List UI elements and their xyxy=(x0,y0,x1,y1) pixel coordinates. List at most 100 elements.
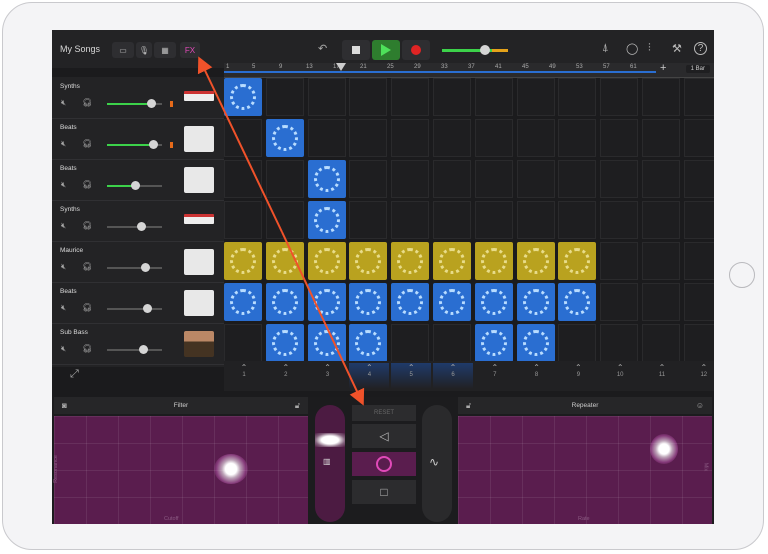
loop-cell-gold[interactable] xyxy=(391,242,430,280)
empty-cell[interactable] xyxy=(474,201,513,239)
headphones-icon[interactable]: 🎧︎ xyxy=(82,262,92,271)
loop-cell-gold[interactable] xyxy=(265,242,304,280)
empty-cell[interactable] xyxy=(683,119,714,157)
loop-region-bar[interactable] xyxy=(224,71,656,73)
loop-cell-blue[interactable] xyxy=(349,324,388,362)
scratch-button[interactable] xyxy=(352,452,416,476)
drum-machine-icon[interactable] xyxy=(184,167,214,193)
scene-trigger[interactable]: ⌃ 11 xyxy=(642,363,682,389)
right-vertical-fx-slider[interactable]: ∿ xyxy=(422,405,452,522)
repeater-xy-pad[interactable]: Rate Mix xyxy=(458,416,712,524)
loop-cell-blue[interactable] xyxy=(224,78,262,116)
empty-cell[interactable] xyxy=(642,283,680,321)
empty-cell[interactable] xyxy=(558,201,597,239)
empty-cell[interactable] xyxy=(600,242,639,280)
empty-cell[interactable] xyxy=(307,119,346,157)
volume-knob[interactable] xyxy=(143,304,152,313)
empty-cell[interactable] xyxy=(265,78,304,116)
empty-cell[interactable] xyxy=(391,324,430,362)
scene-trigger[interactable]: ⌃ 1 xyxy=(224,363,264,389)
empty-cell[interactable] xyxy=(642,160,680,198)
scene-trigger[interactable]: ⌃ 6 xyxy=(433,363,473,389)
empty-cell[interactable] xyxy=(433,78,471,116)
empty-cell[interactable] xyxy=(516,201,555,239)
loop-cell-gold[interactable] xyxy=(516,242,555,280)
home-button[interactable] xyxy=(729,262,755,288)
empty-cell[interactable] xyxy=(349,78,388,116)
playhead[interactable] xyxy=(336,63,346,71)
track-volume-slider[interactable] xyxy=(107,140,162,149)
scene-trigger[interactable]: ⌃ 5 xyxy=(391,363,432,389)
loop-cell-gold[interactable] xyxy=(307,242,346,280)
keyboard-icon[interactable] xyxy=(184,214,214,224)
loop-cell-blue[interactable] xyxy=(516,283,555,321)
live-loops-grid[interactable] xyxy=(224,77,714,367)
scene-trigger[interactable]: ⌃ 2 xyxy=(266,363,306,389)
mute-icon[interactable]: 🔇︎ xyxy=(61,139,66,149)
add-section-icon[interactable]: + xyxy=(660,62,666,74)
empty-cell[interactable] xyxy=(391,160,430,198)
track-volume-slider[interactable] xyxy=(107,181,162,190)
track-header[interactable]: Beats 🔇︎ 🎧︎ xyxy=(52,118,224,160)
stop-fx-button[interactable]: □ xyxy=(352,480,416,504)
empty-cell[interactable] xyxy=(349,160,388,198)
timeline-ruler[interactable]: 1 5 9 13 17 21 25 29 33 37 41 45 49 53 5… xyxy=(224,62,714,78)
loop-cell-blue[interactable] xyxy=(474,283,513,321)
empty-cell[interactable] xyxy=(642,324,680,362)
volume-knob[interactable] xyxy=(149,140,158,149)
lock-icon[interactable]: 🔓︎ xyxy=(466,397,471,414)
loop-cell-gold[interactable] xyxy=(558,242,597,280)
empty-cell[interactable] xyxy=(683,201,714,239)
drum-machine-icon[interactable] xyxy=(184,126,214,152)
track-settings-icon[interactable]: ⤢ xyxy=(70,368,79,381)
headphones-icon[interactable]: 🎧︎ xyxy=(82,180,92,189)
filter-type-icon[interactable]: ◙ xyxy=(62,397,67,414)
headphones-icon[interactable]: 🎧︎ xyxy=(82,221,92,230)
empty-cell[interactable] xyxy=(642,78,680,116)
loop-cell-blue[interactable] xyxy=(433,283,471,321)
mute-icon[interactable]: 🔇︎ xyxy=(61,180,66,190)
empty-cell[interactable] xyxy=(558,160,597,198)
mute-icon[interactable]: 🔇︎ xyxy=(61,303,66,313)
track-volume-slider[interactable] xyxy=(107,99,162,108)
settings-wrench-icon[interactable]: ⚒ xyxy=(672,42,682,55)
empty-cell[interactable] xyxy=(683,283,714,321)
empty-cell[interactable] xyxy=(433,160,471,198)
mute-icon[interactable]: 🔇︎ xyxy=(61,262,66,272)
track-header[interactable]: Synths 🔇︎ 🎧︎ xyxy=(52,77,224,119)
empty-cell[interactable] xyxy=(600,324,639,362)
empty-cell[interactable] xyxy=(558,119,597,157)
empty-cell[interactable] xyxy=(683,324,714,362)
track-header[interactable]: Synths 🔇︎ 🎧︎ xyxy=(52,200,224,242)
headphones-icon[interactable]: 🎧︎ xyxy=(82,303,92,312)
mute-icon[interactable]: 🔇︎ xyxy=(61,98,66,108)
track-volume-slider[interactable] xyxy=(107,304,162,313)
scene-trigger[interactable]: ⌃ 10 xyxy=(600,363,640,389)
loop-cell-blue[interactable] xyxy=(307,324,346,362)
microphone-icon[interactable]: 🎙︎ xyxy=(136,42,152,58)
view-toggle-icon[interactable]: ▭ xyxy=(112,42,134,58)
empty-cell[interactable] xyxy=(642,201,680,239)
drum-machine-icon[interactable] xyxy=(184,290,214,316)
empty-cell[interactable] xyxy=(683,242,714,280)
drum-machine-icon[interactable] xyxy=(184,249,214,275)
loop-cell-gold[interactable] xyxy=(433,242,471,280)
empty-cell[interactable] xyxy=(516,160,555,198)
empty-cell[interactable] xyxy=(516,119,555,157)
left-vertical-fx-slider[interactable]: ▥ xyxy=(315,405,345,522)
track-volume-slider[interactable] xyxy=(107,345,162,354)
empty-cell[interactable] xyxy=(600,78,639,116)
empty-cell[interactable] xyxy=(433,119,471,157)
empty-cell[interactable] xyxy=(224,119,262,157)
loop-cell-gold[interactable] xyxy=(349,242,388,280)
track-volume-slider[interactable] xyxy=(107,263,162,272)
loop-cell-blue[interactable] xyxy=(265,283,304,321)
repeater-touch-point[interactable] xyxy=(650,434,678,464)
empty-cell[interactable] xyxy=(391,78,430,116)
empty-cell[interactable] xyxy=(642,242,680,280)
empty-cell[interactable] xyxy=(600,160,639,198)
empty-cell[interactable] xyxy=(265,160,304,198)
track-header[interactable]: Beats 🔇︎ 🎧︎ xyxy=(52,282,224,324)
empty-cell[interactable] xyxy=(224,201,262,239)
bass-synth-icon[interactable] xyxy=(184,331,214,357)
